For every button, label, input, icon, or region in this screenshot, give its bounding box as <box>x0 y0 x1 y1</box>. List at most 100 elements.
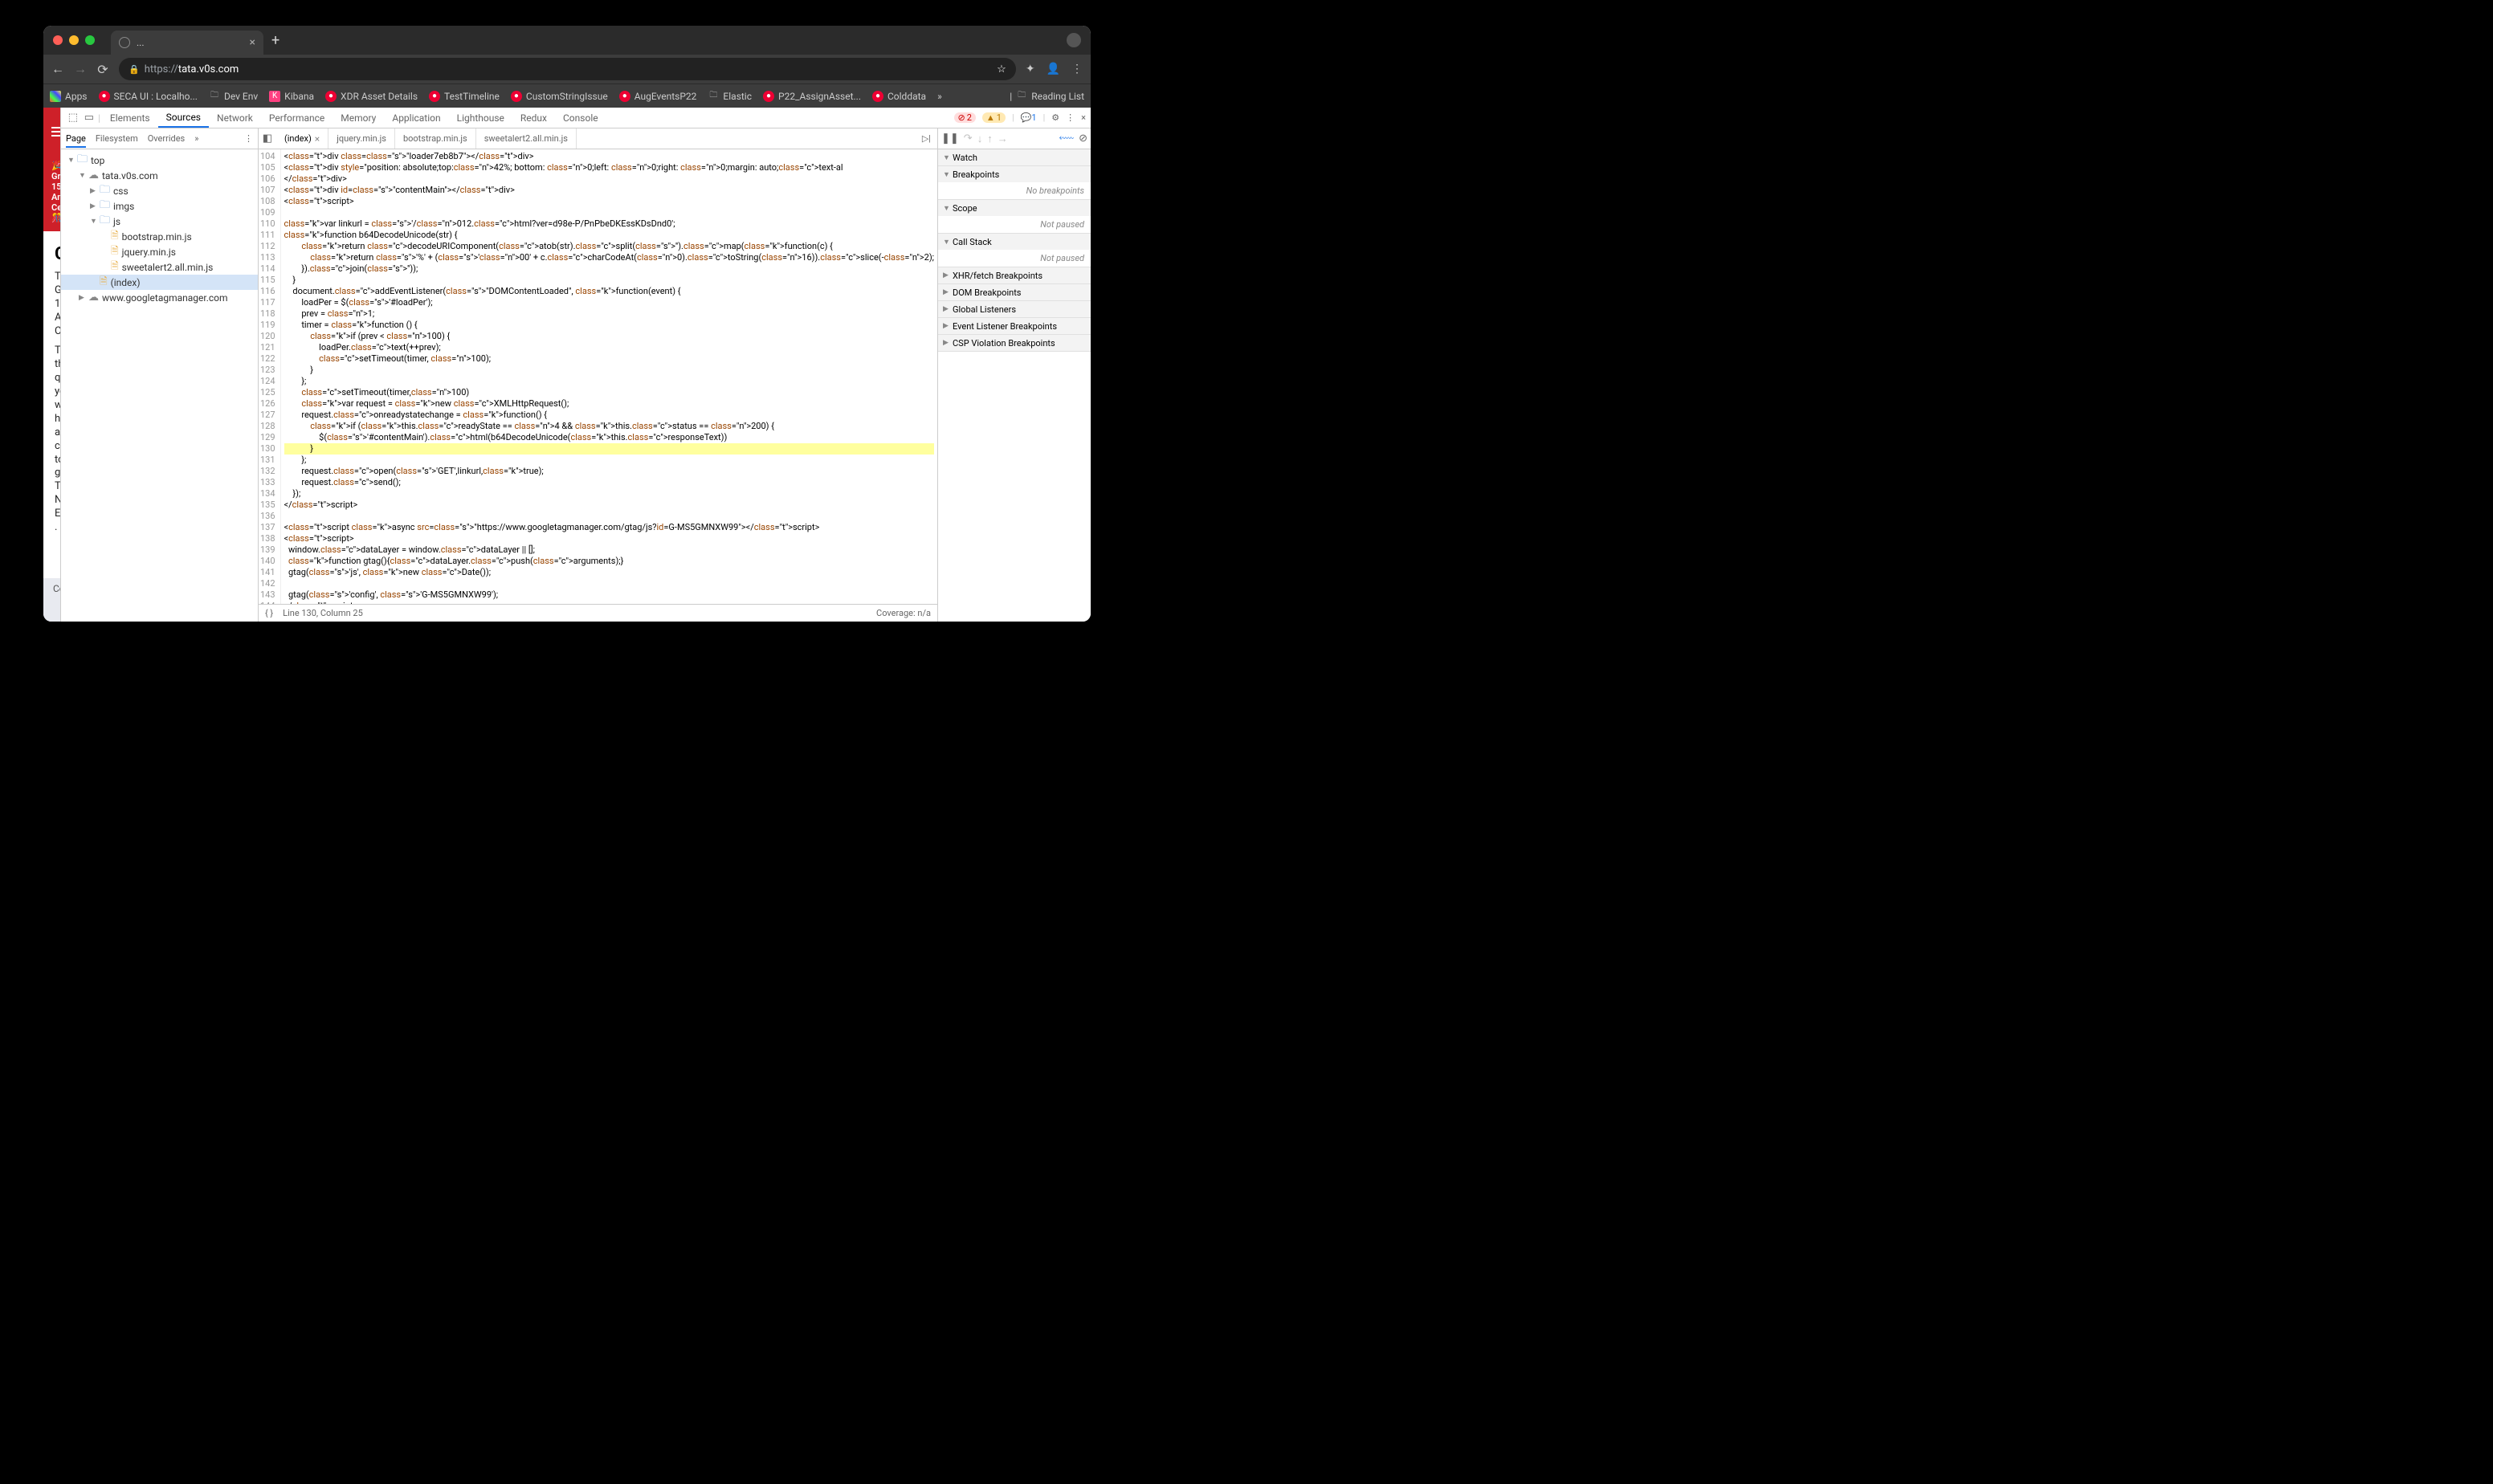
more-icon[interactable]: ⋮ <box>1066 112 1075 123</box>
device-icon[interactable]: ▭ <box>82 112 96 124</box>
warning-badge[interactable]: ▲1 <box>982 112 1006 123</box>
bookmark-item[interactable]: ●AugEventsP22 <box>619 91 697 102</box>
devtools-tab-sources[interactable]: Sources <box>158 108 209 128</box>
omnibox[interactable]: 🔒 https://tata.v0s.com ☆ <box>119 58 1016 80</box>
step-over-icon[interactable]: ↷ <box>964 132 973 145</box>
minimize-window-button[interactable] <box>69 35 79 45</box>
debug-section-header[interactable]: ▼Scope <box>938 200 1091 216</box>
nav-more-icon[interactable]: » <box>194 133 198 144</box>
info-badge[interactable]: 💬1 <box>1021 112 1037 123</box>
code-line[interactable]: <class="t">div style="position: absolute… <box>284 162 935 173</box>
devtools-tab-lighthouse[interactable]: Lighthouse <box>449 108 512 128</box>
code-line[interactable]: }; <box>284 376 935 387</box>
code-line[interactable]: $(class="s">'#contentMain').class="c">ht… <box>284 432 935 443</box>
pause-icon[interactable]: ❚❚ <box>941 132 959 145</box>
devtools-tab-console[interactable]: Console <box>555 108 606 128</box>
code-line[interactable]: class="k">var request = class="k">new cl… <box>284 398 935 410</box>
bookmark-item[interactable]: 🗀Dev Env <box>209 91 258 102</box>
code-line[interactable]: class="k">var linkurl = class="s">'/clas… <box>284 218 935 230</box>
tree-item[interactable]: ▼☁tata.v0s.com <box>61 168 258 183</box>
tree-item[interactable]: 🗎jquery.min.js <box>61 244 258 259</box>
bookmark-item[interactable]: Apps <box>50 91 88 102</box>
devtools-tab-performance[interactable]: Performance <box>261 108 333 128</box>
code-line[interactable]: } <box>284 365 935 376</box>
bookmark-item[interactable]: 🗀Elastic <box>708 91 752 102</box>
tree-item[interactable]: 🗎sweetalert2.all.min.js <box>61 259 258 275</box>
bookmark-overflow[interactable]: » <box>937 91 942 102</box>
code-line[interactable]: gtag(class="s">'js', class="k">new class… <box>284 567 935 578</box>
close-window-button[interactable] <box>53 35 63 45</box>
close-tab-icon[interactable]: × <box>250 36 255 49</box>
code-line[interactable] <box>284 511 935 522</box>
source-tab[interactable]: jquery.min.js <box>328 128 395 149</box>
code-line[interactable]: request.class="c">open(class="s">'GET',l… <box>284 466 935 477</box>
devtools-tab-memory[interactable]: Memory <box>333 108 384 128</box>
code-line[interactable]: document.class="c">addEventListener(clas… <box>284 286 935 297</box>
nav-tab-overrides[interactable]: Overrides <box>148 133 186 144</box>
code-line[interactable]: <class="t">div id=class="s">"contentMain… <box>284 185 935 196</box>
close-tab-icon[interactable]: × <box>315 133 320 145</box>
tree-item[interactable]: ▶☁www.googletagmanager.com <box>61 290 258 305</box>
tree-item[interactable]: 🗎bootstrap.min.js <box>61 229 258 244</box>
code-line[interactable]: window.class="c">dataLayer = window.clas… <box>284 544 935 556</box>
code-line[interactable]: loadPer = $(class="s">'#loadPer'); <box>284 297 935 308</box>
star-icon[interactable]: ☆ <box>997 63 1006 75</box>
devtools-tab-network[interactable]: Network <box>209 108 261 128</box>
step-icon[interactable]: → <box>998 132 1008 145</box>
pause-exceptions-icon[interactable]: ⊘ <box>1079 132 1087 145</box>
code-line[interactable]: <class="t">script> <box>284 533 935 544</box>
bookmark-item[interactable]: ●CustomStringIssue <box>511 91 608 102</box>
code-line[interactable]: request.class="c">onreadystatechange = c… <box>284 410 935 421</box>
new-tab-button[interactable]: + <box>271 32 279 49</box>
code-line[interactable]: class="k">function gtag(){class="c">data… <box>284 556 935 567</box>
bookmark-item[interactable]: ●SECA UI : Localho... <box>99 91 198 102</box>
nav-menu-icon[interactable]: ⋮ <box>244 133 253 144</box>
debug-section-header[interactable]: ▼Watch <box>938 149 1091 165</box>
bookmark-item[interactable]: ●P22_AssignAsset... <box>763 91 861 102</box>
source-tab[interactable]: bootstrap.min.js <box>395 128 476 149</box>
code-line[interactable]: }); <box>284 488 935 499</box>
code-line[interactable]: loadPer.class="c">text(++prev); <box>284 342 935 353</box>
code-line[interactable] <box>284 207 935 218</box>
code-line[interactable]: gtag(class="s">'config', class="s">'G-MS… <box>284 589 935 601</box>
disclosure-triangle-icon[interactable]: ▶ <box>90 187 96 195</box>
pretty-print-icon[interactable]: { } <box>265 608 273 618</box>
devtools-tab-application[interactable]: Application <box>384 108 448 128</box>
code-line[interactable]: </class="t">script> <box>284 499 935 511</box>
code-line[interactable]: class="k">if (class="k">this.class="c">r… <box>284 421 935 432</box>
code-line[interactable]: class="k">function b64DecodeUnicode(str)… <box>284 230 935 241</box>
error-badge[interactable]: ⊘2 <box>954 112 976 123</box>
code-line[interactable]: } <box>284 443 935 455</box>
devtools-tab-elements[interactable]: Elements <box>102 108 158 128</box>
reload-button[interactable]: ⟳ <box>96 62 109 77</box>
disclosure-triangle-icon[interactable]: ▼ <box>90 217 96 226</box>
debug-section-header[interactable]: ▶CSP Violation Breakpoints <box>938 335 1091 351</box>
devtools-tab-redux[interactable]: Redux <box>512 108 555 128</box>
profile-icon[interactable]: 👤 <box>1047 63 1060 75</box>
nav-tab-filesystem[interactable]: Filesystem <box>96 133 138 144</box>
code-line[interactable]: <class="t">script class="k">async src=cl… <box>284 522 935 533</box>
bookmark-item[interactable]: KKibana <box>269 91 314 102</box>
code-line[interactable]: }).class="c">join(class="s">'')); <box>284 263 935 275</box>
code-line[interactable]: class="k">if (prev < class="n">100) { <box>284 331 935 342</box>
maximize-window-button[interactable] <box>85 35 95 45</box>
code-editor[interactable]: 1041051061071081091101111121131141151161… <box>259 149 937 604</box>
code-line[interactable]: timer = class="k">function () { <box>284 320 935 331</box>
bookmark-item[interactable]: ●Colddata <box>872 91 926 102</box>
disclosure-triangle-icon[interactable]: ▼ <box>67 156 74 165</box>
code-line[interactable]: request.class="c">send(); <box>284 477 935 488</box>
menu-icon[interactable]: ⋮ <box>1071 63 1083 75</box>
hamburger-icon[interactable] <box>51 127 60 137</box>
code-line[interactable]: <class="t">script> <box>284 196 935 207</box>
show-navigator-icon[interactable]: ◧ <box>259 132 276 145</box>
close-devtools-icon[interactable]: × <box>1081 112 1086 123</box>
debug-section-header[interactable]: ▶Global Listeners <box>938 301 1091 317</box>
run-snippet-icon[interactable]: ▷| <box>916 133 937 144</box>
forward-button[interactable]: → <box>74 61 87 77</box>
file-tree[interactable]: ▼🗀top▼☁tata.v0s.com▶🗀css▶🗀imgs▼🗀js🗎boots… <box>61 149 258 622</box>
code-line[interactable]: class="k">return class="c">decodeURIComp… <box>284 241 935 252</box>
profile-avatar[interactable] <box>1067 33 1081 47</box>
code-line[interactable] <box>284 578 935 589</box>
browser-tab[interactable]: ... × <box>111 31 263 55</box>
debug-section-header[interactable]: ▼Breakpoints <box>938 166 1091 182</box>
